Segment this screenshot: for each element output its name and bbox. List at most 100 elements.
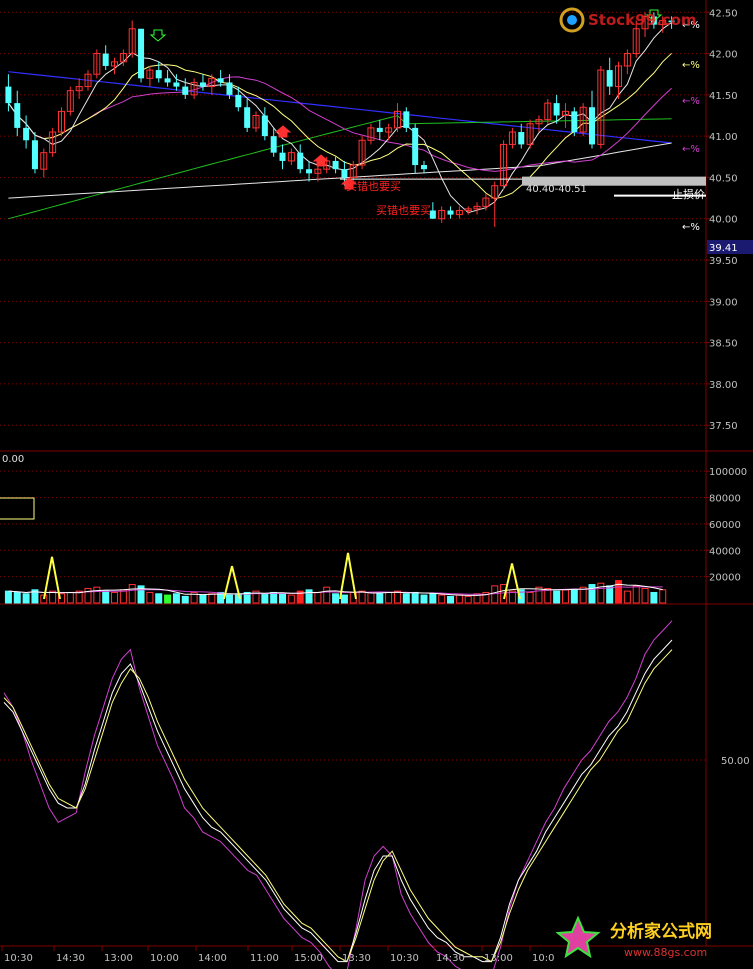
candle-body	[182, 86, 189, 95]
watermark-bottom: 分析家公式网 www.88gs.com	[555, 915, 712, 959]
price-tick-label: 40.50	[709, 173, 738, 184]
watermark-bottom-title: 分析家公式网	[610, 921, 712, 942]
candle-body	[199, 82, 206, 87]
volume-bar	[429, 593, 437, 604]
candle-body	[102, 53, 109, 66]
volume-bar	[455, 594, 463, 604]
candle-body	[217, 78, 224, 83]
volume-bar	[420, 594, 428, 604]
volume-bar	[623, 590, 631, 604]
volume-bars	[4, 552, 667, 604]
volume-bar	[13, 591, 21, 604]
x-tick-label: 13:30	[342, 953, 371, 964]
volume-bar	[411, 591, 419, 604]
candle-body	[421, 165, 427, 170]
volume-bar	[659, 589, 667, 604]
price-tick-label: 42.50	[709, 8, 738, 19]
chart-canvas: 42.50 42.00 41.50 41.00 40.50 40.00 39.50 39.00…	[0, 0, 753, 969]
candle-body	[279, 152, 286, 161]
ma-pointer-label: ←%	[682, 144, 700, 155]
x-tick-label: 14:30	[436, 953, 465, 964]
volume-bar	[181, 595, 189, 604]
price-tick-label: 40.00	[709, 215, 738, 226]
volume-bar	[385, 591, 393, 604]
volume-bar	[597, 582, 605, 604]
osc-tick-label: 50.00	[721, 756, 750, 767]
buy-signal-label: 买错也要买	[376, 203, 431, 217]
volume-bar	[172, 593, 180, 604]
volume-tick-label: 80000	[709, 494, 741, 505]
panel-frame	[0, 0, 753, 947]
candle-body	[376, 127, 383, 133]
volume-bar	[570, 589, 578, 604]
candle-body	[297, 152, 304, 170]
candle-body	[306, 169, 313, 174]
volume-bar	[261, 593, 269, 604]
y-axis-labels: 42.50 42.00 41.50 41.00 40.50 40.00 39.50 39.00…	[709, 8, 750, 767]
x-tick-label: 10:30	[390, 953, 419, 964]
oscillator-line	[3, 639, 673, 963]
price-tick-label: 39.50	[709, 256, 738, 267]
volume-bar	[111, 591, 119, 604]
watermark-top: Stock99.com	[559, 7, 697, 33]
x-tick-label: 10:00	[150, 953, 179, 964]
candle-body	[155, 70, 162, 79]
volume-bar	[287, 594, 295, 604]
volume-bar	[402, 593, 410, 604]
ma-pointer-label: ←%	[682, 96, 700, 107]
volume-header-value: 0.00	[2, 454, 24, 465]
volume-bar	[332, 593, 340, 604]
volume-bar	[128, 584, 136, 604]
volume-tick-label: 20000	[709, 573, 741, 584]
volume-bar	[102, 590, 110, 604]
candle-body	[403, 111, 410, 128]
volume-bar	[208, 593, 216, 604]
volume-bar	[553, 590, 561, 604]
price-tick-label: 38.50	[709, 339, 738, 350]
volume-bar	[588, 584, 596, 604]
watermark-top-text: Stock99.com	[588, 11, 697, 29]
x-tick-label: 11:00	[250, 953, 279, 964]
candle-body	[589, 107, 595, 145]
volume-tick-label: 40000	[709, 546, 741, 557]
volume-bar	[22, 593, 30, 604]
candle-body	[447, 210, 454, 215]
candle-body	[518, 132, 525, 145]
volume-bar	[491, 585, 499, 604]
oscillator-line	[3, 649, 673, 963]
volume-bar	[561, 589, 569, 604]
volume-bar	[225, 594, 233, 604]
volume-bar	[340, 594, 348, 604]
price-tick-label: 38.00	[709, 380, 738, 391]
volume-tick-label: 60000	[709, 520, 741, 531]
volume-bar	[164, 594, 172, 604]
price-tick-label: 39.00	[709, 297, 738, 308]
candle-body	[5, 86, 12, 104]
volume-bar	[155, 593, 163, 604]
x-axis-labels: 10:30 14:30 13:00 10:00 14:00 11:00 15:00 13:30…	[1, 946, 554, 964]
volume-bar	[650, 591, 658, 604]
candle-body	[341, 169, 348, 178]
candle-body	[261, 115, 268, 137]
x-tick-label: 10:30	[4, 953, 33, 964]
volume-bar	[367, 591, 375, 604]
volume-bar	[146, 591, 154, 604]
x-tick-label: 13:00	[484, 953, 513, 964]
candle-body	[270, 136, 277, 153]
x-tick-label: 14:30	[56, 953, 85, 964]
volume-tick-label: 100000	[709, 467, 747, 478]
volume-bar	[199, 594, 207, 604]
price-range-label: 40.40-40.51	[526, 184, 587, 195]
volume-bar	[84, 588, 92, 604]
candle-body	[244, 107, 251, 128]
volume-bar	[314, 591, 322, 604]
volume-bar	[66, 591, 74, 604]
volume-bar	[632, 585, 640, 604]
volume-legend-box	[0, 497, 35, 520]
volume-bar	[376, 593, 384, 604]
price-tick-label: 41.50	[709, 91, 738, 102]
ma-pointer-label: ←%	[682, 60, 700, 71]
volume-bar	[358, 590, 366, 604]
candle-body	[235, 94, 242, 108]
candle-body	[226, 82, 233, 95]
